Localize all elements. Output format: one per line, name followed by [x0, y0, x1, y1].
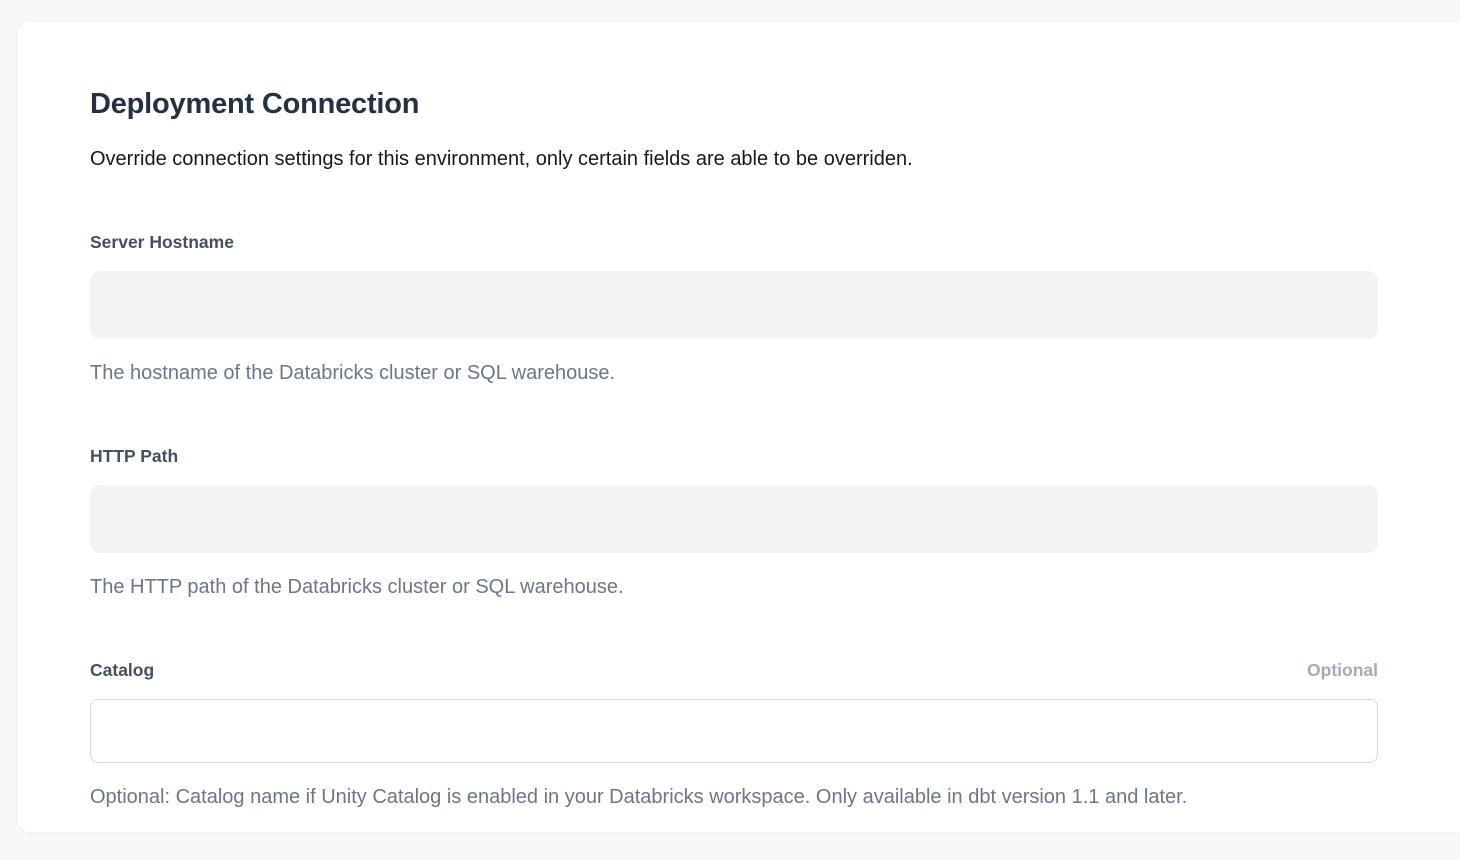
http-path-helper: The HTTP path of the Databricks cluster … [90, 575, 1378, 599]
server-hostname-label: Server Hostname [90, 231, 234, 253]
field-server-hostname: Server Hostname The hostname of the Data… [90, 231, 1378, 385]
server-hostname-label-row: Server Hostname [90, 231, 1378, 253]
deployment-connection-card: Deployment Connection Override connectio… [18, 22, 1460, 832]
card-content: Deployment Connection Override connectio… [18, 22, 1378, 849]
http-path-input [90, 485, 1378, 553]
http-path-label-row: HTTP Path [90, 445, 1378, 467]
catalog-optional-tag: Optional [1307, 659, 1378, 681]
http-path-label: HTTP Path [90, 445, 178, 467]
catalog-label: Catalog [90, 659, 154, 681]
catalog-label-row: Catalog Optional [90, 659, 1378, 681]
catalog-input[interactable] [90, 699, 1378, 763]
server-hostname-input [90, 271, 1378, 339]
page-subtitle: Override connection settings for this en… [90, 147, 1314, 171]
catalog-helper: Optional: Catalog name if Unity Catalog … [90, 785, 1378, 809]
field-http-path: HTTP Path The HTTP path of the Databrick… [90, 445, 1378, 599]
page-title: Deployment Connection [90, 87, 1314, 122]
field-catalog: Catalog Optional Optional: Catalog name … [90, 659, 1378, 809]
server-hostname-helper: The hostname of the Databricks cluster o… [90, 361, 1378, 385]
